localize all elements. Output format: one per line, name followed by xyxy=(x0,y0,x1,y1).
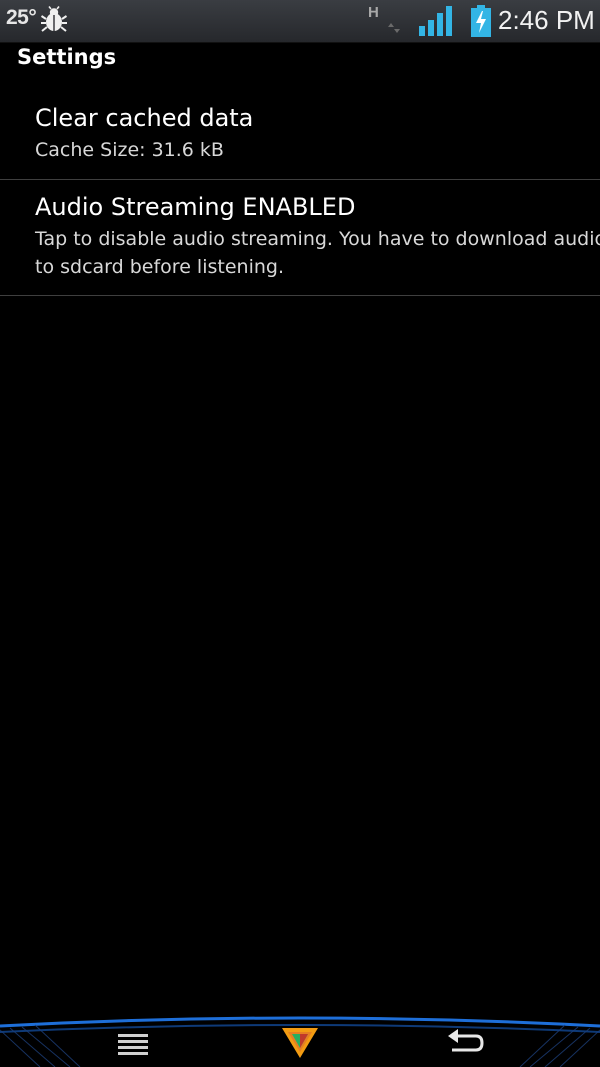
h-network-icon: H xyxy=(368,4,379,21)
preference-summary: Cache Size: 31.6 kB xyxy=(35,139,224,161)
preference-summary: Tap to disable audio streaming. You have… xyxy=(35,228,600,278)
battery-charging-icon xyxy=(471,5,491,37)
clock-text: 2:46 PM xyxy=(498,5,595,35)
data-activity-icon xyxy=(388,23,400,33)
preference-title: Clear cached data xyxy=(35,104,254,132)
status-bar: 25° H 2:46 PM xyxy=(0,0,600,43)
settings-screen: 25° H 2:46 PM Settings Clear cached data… xyxy=(0,0,600,1067)
back-icon[interactable] xyxy=(446,1026,486,1058)
list-divider xyxy=(0,295,600,296)
audio-streaming-preference[interactable]: Audio Streaming ENABLED Tap to disable a… xyxy=(0,193,600,295)
menu-icon[interactable] xyxy=(112,1028,154,1058)
page-title: Settings xyxy=(17,45,117,69)
preference-title: Audio Streaming ENABLED xyxy=(35,193,356,221)
temperature-text: 25° xyxy=(6,6,37,29)
home-logo-icon[interactable] xyxy=(280,1024,320,1060)
clear-cache-preference[interactable]: Clear cached data Cache Size: 31.6 kB xyxy=(0,104,600,180)
signal-icon xyxy=(419,6,452,36)
list-divider xyxy=(0,179,600,180)
navigation-bar xyxy=(0,1012,600,1067)
bug-icon xyxy=(40,6,68,32)
